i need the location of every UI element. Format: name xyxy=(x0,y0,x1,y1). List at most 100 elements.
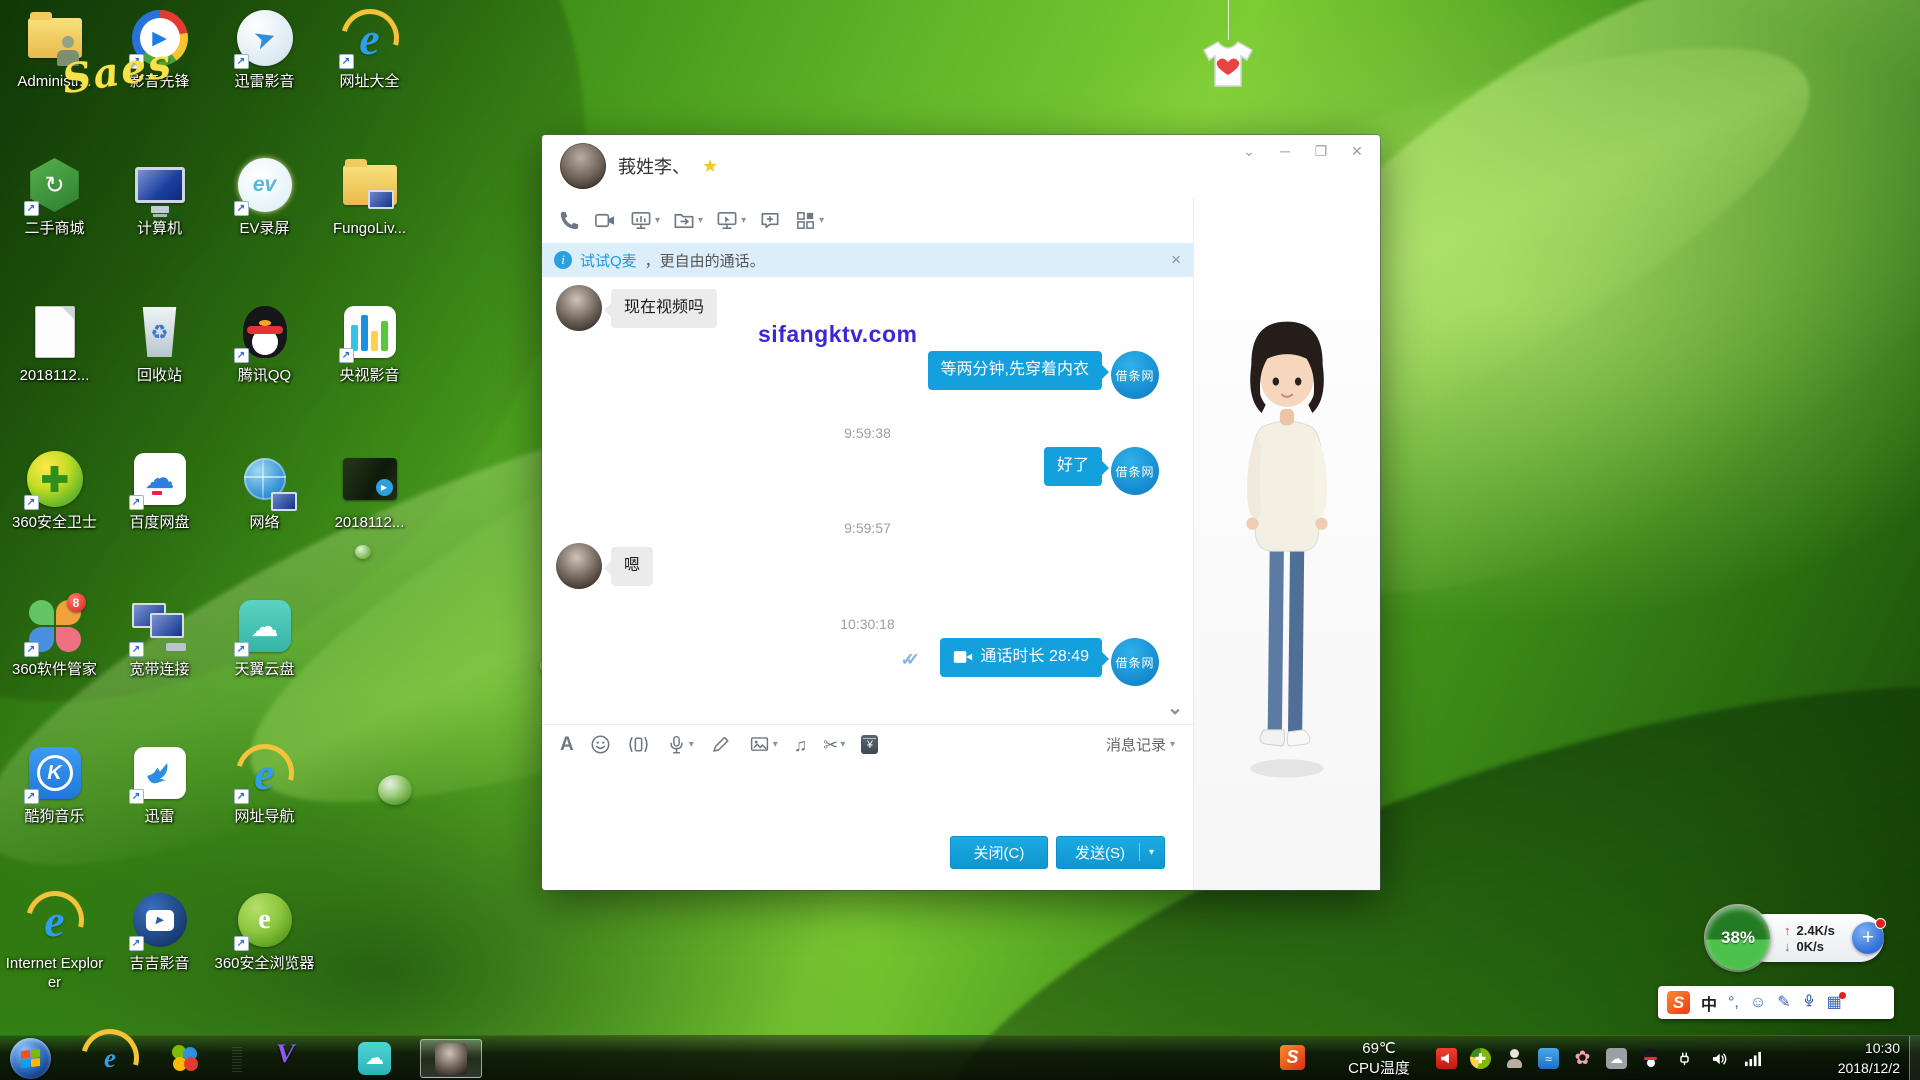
desktop-icon-ershoushangcheng[interactable]: ↻↗ 二手商城 xyxy=(4,155,106,302)
emoji-picker-button[interactable]: ☺ xyxy=(1750,995,1766,1011)
desktop-icon-fungolive[interactable]: FungoLiv... xyxy=(319,155,421,302)
taskbar-media-button[interactable] xyxy=(168,1042,200,1079)
desktop-icon-kugou[interactable]: K↗ 酷狗音乐 xyxy=(4,743,106,890)
desktop-icon-internet-explorer[interactable]: e Internet Explorer xyxy=(4,890,106,1037)
skin-caret-icon[interactable]: ⌄ xyxy=(1238,143,1260,160)
tray-360-icon[interactable]: ✚ xyxy=(1470,1048,1491,1069)
tray-power-icon[interactable] xyxy=(1674,1048,1695,1069)
shortcut-arrow-icon: ↗ xyxy=(234,201,249,216)
desktop-icon-label: 360安全卫士 xyxy=(12,514,97,533)
desktop-icon-network[interactable]: 网络 xyxy=(214,449,316,596)
desktop-icon-360-safe[interactable]: ↗ 360安全卫士 xyxy=(4,449,106,596)
desktop-icon-360-browser[interactable]: e↗ 360安全浏览器 xyxy=(214,890,316,1037)
self-avatar[interactable]: 借条网 xyxy=(1111,447,1159,495)
emoji-button[interactable] xyxy=(590,734,611,755)
qq-show-panel[interactable] xyxy=(1194,197,1380,890)
tray-volume-icon[interactable] xyxy=(1708,1048,1729,1069)
handwriting-input-button[interactable]: ✎ xyxy=(1777,995,1790,1011)
desktop-icon-jiji-yingyin[interactable]: ▶↗ 吉吉影音 xyxy=(109,890,211,1037)
desktop-icon-wangzhidaquan[interactable]: e↗ 网址大全 xyxy=(319,8,421,155)
apps-grid-button[interactable]: ▾ xyxy=(794,209,824,232)
message-list[interactable]: 现在视频吗 sifangktv.com 等两分钟,先穿着内衣 借条网 9:59:… xyxy=(542,277,1193,724)
screenshot-button[interactable]: ✂ ▾ xyxy=(823,736,845,754)
tray-qq-icon[interactable] xyxy=(1640,1048,1661,1069)
shortcut-arrow-icon: ↗ xyxy=(234,54,249,69)
self-avatar[interactable]: 借条网 xyxy=(1111,351,1159,399)
image-button[interactable]: ▾ xyxy=(748,734,778,755)
window-titlebar[interactable]: 莪姓李、 ★ ⌄ ─ ❐ ✕ xyxy=(542,135,1380,197)
cpu-temp-value: 69℃ xyxy=(1324,1039,1434,1059)
send-options-caret-icon[interactable]: ▾ xyxy=(1149,847,1154,858)
tray-cloud-icon[interactable]: ☁ xyxy=(1606,1048,1627,1069)
sogou-logo-icon[interactable]: S xyxy=(1667,991,1690,1014)
taskbar-cloud-button[interactable]: ☁ xyxy=(358,1042,391,1075)
shortcut-arrow-icon: ↗ xyxy=(234,936,249,951)
computer-icon xyxy=(135,167,185,203)
desktop-icon-tianyi-cloud[interactable]: ☁↗ 天翼云盘 xyxy=(214,596,316,743)
desktop-icon-xunlei-yingyin[interactable]: ➤↗ 迅雷影音 xyxy=(214,8,316,155)
peer-avatar[interactable] xyxy=(556,543,602,589)
window-shake-button[interactable] xyxy=(627,734,650,755)
taskbar-ie-button[interactable]: e xyxy=(94,1042,126,1074)
taskbar-active-chat-button[interactable] xyxy=(420,1039,482,1078)
tray-driver-icon[interactable]: ≈ xyxy=(1538,1048,1559,1069)
tray-network-icon[interactable] xyxy=(1742,1048,1763,1069)
handwriting-button[interactable] xyxy=(710,734,732,755)
desktop-icon-computer[interactable]: 计算机 xyxy=(109,155,211,302)
tray-flower-icon[interactable]: ✿ xyxy=(1572,1048,1593,1069)
tray-ad-speaker-icon[interactable] xyxy=(1436,1048,1457,1069)
start-button[interactable] xyxy=(10,1038,51,1079)
create-group-button[interactable] xyxy=(758,209,782,232)
memory-percent-ball[interactable]: 38% xyxy=(1706,906,1770,970)
desktop-icon-baidu-pan[interactable]: ☁↗ 百度网盘 xyxy=(109,449,211,596)
desktop-icon-label: 迅雷影音 xyxy=(234,73,294,92)
voice-input-button[interactable] xyxy=(1802,992,1816,1013)
desktop-icon-cctv[interactable]: ↗ 央视影音 xyxy=(319,302,421,449)
message-input-area[interactable] xyxy=(542,764,1193,830)
netspeed-widget[interactable]: ↑2.4K/s ↓0K/s 38% + xyxy=(1706,906,1886,970)
self-avatar[interactable]: 借条网 xyxy=(1111,638,1159,686)
shortcut-arrow-icon: ↗ xyxy=(234,348,249,363)
desktop-icon-document-2018112[interactable]: 2018112... xyxy=(4,302,106,449)
show-desktop-button[interactable] xyxy=(1909,1036,1920,1080)
red-packet-button[interactable]: ¥ xyxy=(861,735,878,754)
desktop-icon-recycle-bin[interactable]: ♻ 回收站 xyxy=(109,302,211,449)
taskbar-clock[interactable]: 10:30 2018/12/2 xyxy=(1838,1039,1900,1078)
minimize-button[interactable]: ─ xyxy=(1274,143,1296,160)
sogou-input-bar[interactable]: S 中 °, ☺ ✎ ▦ xyxy=(1658,986,1894,1019)
video-call-button[interactable] xyxy=(593,209,617,232)
desktop-icon-video-2018112[interactable]: 2018112... xyxy=(319,449,421,596)
remote-desktop-button[interactable]: ▾ xyxy=(715,209,746,232)
tray-sogou-icon[interactable]: S xyxy=(1280,1045,1305,1070)
maximize-button[interactable]: ❐ xyxy=(1310,143,1332,160)
input-mode-button[interactable]: 中 xyxy=(1701,991,1717,1015)
keyboard-button[interactable]: ▦ xyxy=(1827,995,1842,1011)
send-button[interactable]: 发送(S) ▾ xyxy=(1056,836,1165,869)
tray-user-icon[interactable] xyxy=(1504,1048,1525,1069)
font-button[interactable]: A xyxy=(560,734,574,756)
scroll-to-bottom-icon[interactable]: ⌄ xyxy=(1167,703,1183,714)
send-file-button[interactable]: ▾ xyxy=(672,209,703,232)
voice-call-button[interactable] xyxy=(558,209,581,232)
desktop-icon-tencent-qq[interactable]: ↗ 腾讯QQ xyxy=(214,302,316,449)
voice-message-button[interactable]: ▾ xyxy=(666,734,694,756)
peer-avatar[interactable] xyxy=(560,143,606,189)
desktop-icon-ev-luping[interactable]: ev↗ EV录屏 xyxy=(214,155,316,302)
qmic-link[interactable]: 试试Q麦 xyxy=(580,250,637,271)
desktop-icon-label: 网址大全 xyxy=(339,73,399,92)
desktop-icon-broadband[interactable]: ↗ 宽带连接 xyxy=(109,596,211,743)
music-button[interactable]: ♫ xyxy=(794,736,808,754)
desktop-icon-wangzhidaohang[interactable]: e↗ 网址导航 xyxy=(214,743,316,890)
notice-close-icon[interactable]: × xyxy=(1171,250,1181,270)
shortcut-arrow-icon: ↗ xyxy=(129,936,144,951)
desktop-icon-360-software[interactable]: 8↗ 360软件管家 xyxy=(4,596,106,743)
peer-avatar[interactable] xyxy=(556,285,602,331)
taskbar-v-player-button[interactable]: V xyxy=(274,1038,298,1069)
close-chat-button[interactable]: 关闭(C) xyxy=(950,836,1048,869)
punctuation-button[interactable]: °, xyxy=(1728,995,1739,1011)
message-history-button[interactable]: 消息记录 ▾ xyxy=(1106,734,1175,755)
screen-demo-button[interactable]: ▾ xyxy=(629,209,660,232)
close-button[interactable]: ✕ xyxy=(1346,143,1368,160)
desktop-icon-xunlei[interactable]: ↗ 迅雷 xyxy=(109,743,211,890)
message-outgoing: 好了 借条网 xyxy=(1044,447,1159,495)
